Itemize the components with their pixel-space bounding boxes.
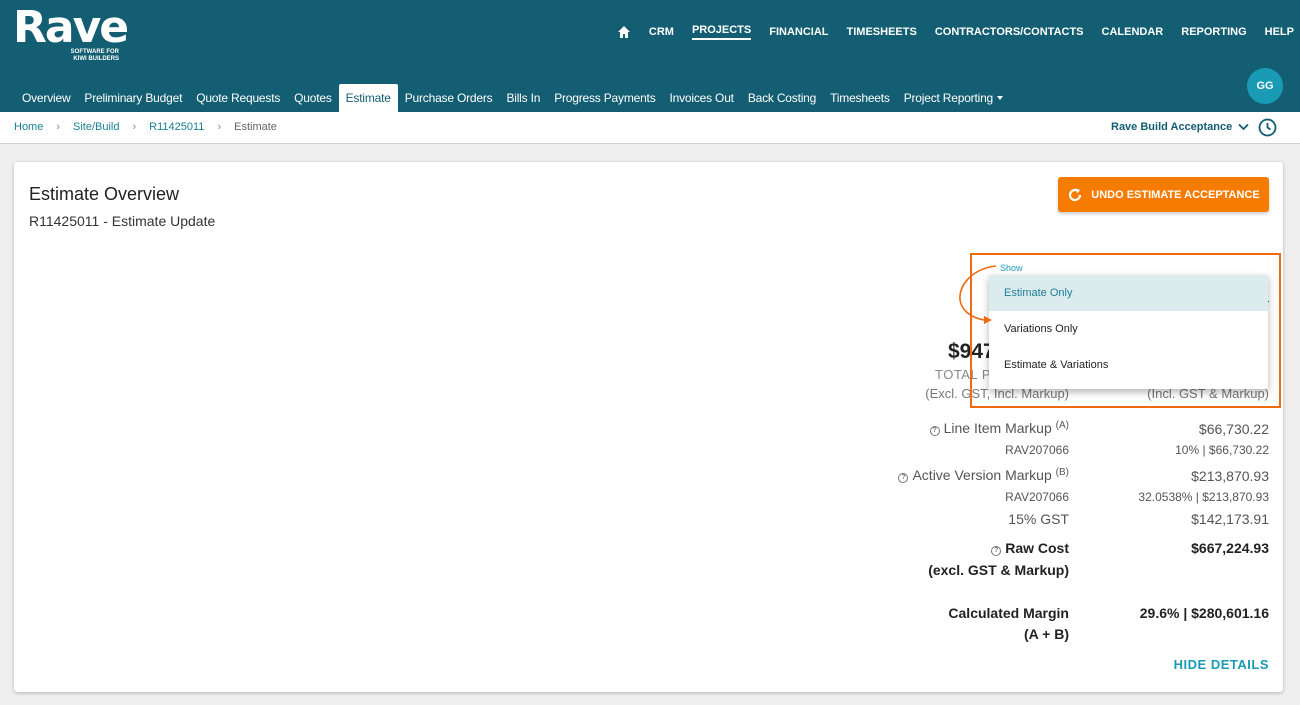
line-item-markup-text: Line Item Markup [943,420,1052,436]
calculated-margin-value: 29.6% | $280,601.16 [1139,605,1269,621]
card-title: Estimate Overview [29,184,180,204]
tab-project-reporting[interactable]: Project Reporting [897,84,1010,112]
chevron-right-icon: › [217,121,222,133]
tab-overview[interactable]: Overview [15,84,77,112]
topnav-timesheets[interactable]: TIMESHEETS [847,26,917,38]
active-version-markup-label: ? Active Version Markup (B) [898,467,1069,483]
active-version-markup-code: RAV207066 [1005,490,1069,504]
topnav-calendar[interactable]: CALENDAR [1102,26,1164,38]
acceptance-selector[interactable]: Rave Build Acceptance [1111,121,1249,133]
breadcrumb-bar: Home › Site/Build › R11425011 › Estimate… [0,112,1300,144]
breadcrumb: Home › Site/Build › R11425011 › Estimate [14,121,277,133]
logo-wordmark: Rave [13,2,129,53]
tab-back-costing[interactable]: Back Costing [741,84,823,112]
home-icon[interactable] [617,25,631,39]
line-item-markup-sup: (A) [1055,420,1069,431]
tab-quotes[interactable]: Quotes [287,84,339,112]
line-item-markup-code: RAV207066 [1005,443,1069,457]
topnav-projects[interactable]: PROJECTS [691,24,752,40]
breadcrumb-current: Estimate [234,121,277,133]
logo-tagline-line2: KIWI BUILDERS [73,56,119,62]
raw-cost-text: Raw Cost [1005,540,1069,556]
tab-bills-in[interactable]: Bills In [499,84,547,112]
undo-icon [1069,188,1082,201]
raw-cost-label: ? Raw Cost [991,540,1069,556]
breadcrumb-site-build[interactable]: Site/Build [73,121,119,133]
tab-timesheets[interactable]: Timesheets [823,84,897,112]
help-icon[interactable]: ? [929,426,940,436]
raw-cost-sublabel: (excl. GST & Markup) [928,562,1069,578]
app-header: Rave SOFTWARE FOR KIWI BUILDERS CRM PROJ… [0,0,1300,112]
chevron-right-icon: › [56,121,61,133]
raw-cost-value: $667,224.93 [1191,540,1269,556]
estimate-overview-card: Estimate Overview R11425011 - Estimate U… [14,162,1283,692]
tab-preliminary-budget[interactable]: Preliminary Budget [77,84,189,112]
undo-button-label: UNDO ESTIMATE ACCEPTANCE [1091,188,1260,201]
tab-progress-payments[interactable]: Progress Payments [547,84,662,112]
user-avatar[interactable]: GG [1247,68,1283,104]
help-icon[interactable]: ? [991,546,1002,556]
acceptance-selector-value: Rave Build Acceptance [1111,121,1233,133]
rave-logo[interactable]: Rave SOFTWARE FOR KIWI BUILDERS [13,2,129,63]
calculated-margin-sublabel: (A + B) [1024,626,1069,642]
topnav-financial[interactable]: FINANCIAL [769,26,828,38]
chevron-down-icon [1238,123,1249,131]
logo-tagline-line1: SOFTWARE FOR [70,49,119,55]
active-version-markup-value: $213,870.93 [1191,468,1269,484]
gst-label: 15% GST [1008,511,1069,527]
line-item-markup-value: $66,730.22 [1198,421,1269,437]
annotation-arrow-icon [959,265,997,324]
line-item-markup-subvalue: 10% | $66,730.22 [1175,443,1269,457]
calculated-margin-label: Calculated Margin [948,605,1069,621]
tab-quote-requests[interactable]: Quote Requests [189,84,287,112]
annotation-highlight-box [970,253,1281,408]
caret-down-icon [997,96,1004,100]
chevron-right-icon: › [132,121,137,133]
card-subtitle: R11425011 - Estimate Update [29,213,216,229]
breadcrumb-project[interactable]: R11425011 [149,121,204,133]
help-icon[interactable]: ? [898,473,909,483]
active-version-markup-text: Active Version Markup [912,467,1052,483]
project-subnav: Overview Preliminary Budget Quote Reques… [15,84,1010,112]
logo-tagline: SOFTWARE FOR KIWI BUILDERS [69,49,119,63]
top-navigation: CRM PROJECTS FINANCIAL TIMESHEETS CONTRA… [617,22,1294,42]
hide-details-button[interactable]: HIDE DETAILS [1174,657,1269,672]
active-version-markup-subvalue: 32.0538% | $213,870.93 [1138,490,1269,504]
active-version-markup-sup: (B) [1055,467,1069,478]
tab-estimate[interactable]: Estimate [338,84,398,112]
topnav-contractors-contacts[interactable]: CONTRACTORS/CONTACTS [935,26,1084,38]
tab-invoices-out[interactable]: Invoices Out [663,84,741,112]
tab-purchase-orders[interactable]: Purchase Orders [398,84,500,112]
undo-estimate-acceptance-button[interactable]: UNDO ESTIMATE ACCEPTANCE [1058,177,1269,212]
breadcrumb-home[interactable]: Home [14,121,43,133]
topnav-crm[interactable]: CRM [649,26,674,38]
topnav-reporting[interactable]: REPORTING [1181,26,1246,38]
history-clock-icon[interactable] [1258,118,1277,137]
line-item-markup-label: ? Line Item Markup (A) [929,420,1069,436]
gst-value: $142,173.91 [1191,511,1269,527]
tab-project-reporting-label: Project Reporting [903,91,994,105]
topnav-help[interactable]: HELP [1265,26,1294,38]
